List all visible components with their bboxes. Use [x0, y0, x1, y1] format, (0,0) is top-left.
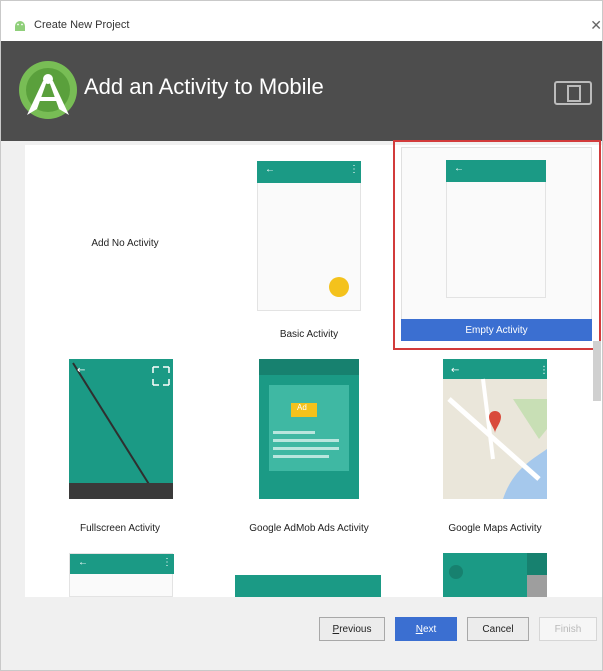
activity-tile-empty[interactable]: ←	[401, 147, 592, 337]
wizard-footer: Previous Next Cancel Finish	[1, 599, 602, 670]
activity-tile-partial-3[interactable]	[443, 553, 547, 597]
next-button[interactable]: Next	[395, 617, 457, 641]
wizard-header: Add an Activity to Mobile	[1, 41, 602, 141]
finish-button[interactable]: Finish	[539, 617, 597, 641]
android-icon	[15, 21, 25, 31]
page-title: Add an Activity to Mobile	[84, 74, 324, 99]
back-arrow-icon: ←	[454, 163, 464, 174]
create-project-window: Create New Project ✕ Add an Activity to …	[0, 0, 603, 671]
activity-label: Fullscreen Activity	[79, 523, 161, 534]
overflow-menu-icon: ⋮	[162, 557, 172, 568]
scrollbar-thumb[interactable]	[593, 341, 601, 401]
ad-label: Ad	[297, 403, 307, 412]
admob-preview	[259, 359, 359, 499]
android-studio-logo	[19, 61, 77, 119]
device-icon	[554, 81, 592, 105]
back-arrow-icon: ←	[78, 557, 88, 568]
activity-tile-none[interactable]: Add No Activity	[25, 145, 225, 345]
activity-tile-partial-1[interactable]: ← ⋮	[69, 553, 174, 597]
activity-label: Google AdMob Ads Activity	[249, 523, 369, 534]
activity-tile-admob[interactable]: Ad Google AdMob Ads Activity	[231, 357, 411, 547]
activity-tile-fullscreen[interactable]: ← Fullscreen Activity	[25, 357, 225, 547]
fullscreen-preview: ←	[69, 359, 173, 499]
overflow-menu-icon: ⋮	[349, 164, 359, 175]
back-arrow-icon: ←	[265, 164, 275, 175]
back-arrow-icon: ←	[77, 365, 85, 376]
maps-preview: ← ⋮	[443, 359, 547, 499]
window-title: Create New Project	[34, 19, 130, 31]
fab-icon	[329, 277, 349, 297]
activity-tile-maps[interactable]: ← ⋮ Google Maps Activity	[417, 357, 602, 547]
activity-label: Add No Activity	[91, 238, 159, 249]
activity-tile-basic[interactable]: ← ⋮ Basic Activity	[231, 153, 411, 348]
previous-button[interactable]: Previous	[319, 617, 385, 641]
activity-tile-partial-2[interactable]	[235, 575, 381, 597]
activity-label-selected: Empty Activity	[401, 319, 592, 341]
close-icon[interactable]: ✕	[590, 17, 602, 34]
activity-label: Google Maps Activity	[448, 523, 542, 534]
cancel-button[interactable]: Cancel	[467, 617, 529, 641]
activity-label: Basic Activity	[279, 329, 339, 340]
title-bar: Create New Project ✕	[1, 1, 602, 41]
overflow-menu-icon: ⋮	[539, 365, 547, 376]
back-arrow-icon: ←	[451, 365, 459, 376]
